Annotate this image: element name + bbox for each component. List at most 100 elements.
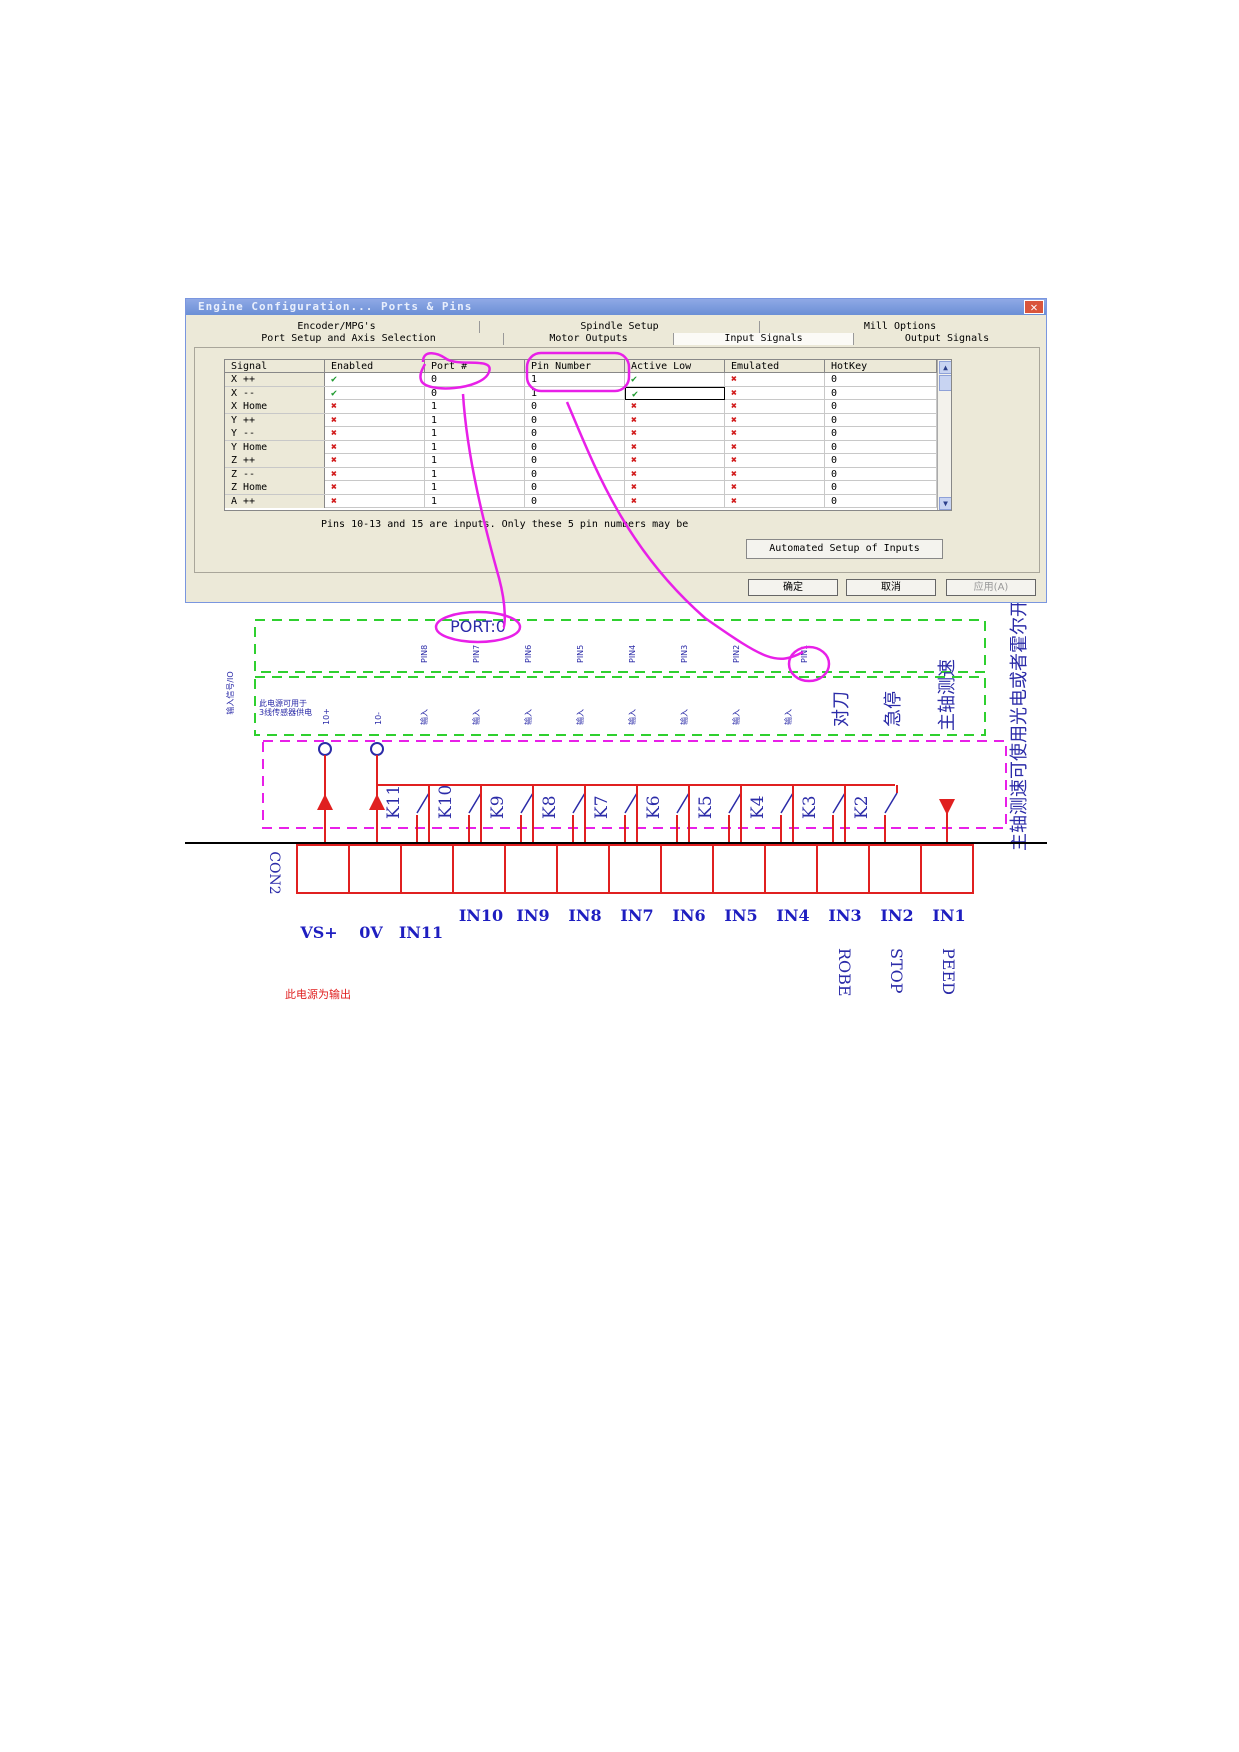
tab-output-signals[interactable]: Output Signals (854, 333, 1040, 345)
cell-pin[interactable]: 1 (525, 373, 625, 386)
ok-button[interactable]: 确定 (748, 579, 838, 596)
cross-icon[interactable]: ✖ (725, 427, 825, 440)
scroll-down-icon[interactable]: ▼ (939, 497, 951, 510)
table-row[interactable]: Z ++ ✖ 1 0 ✖ ✖ 0 (225, 454, 937, 468)
cell-pin[interactable]: 0 (525, 481, 625, 494)
check-icon[interactable]: ✔ (325, 373, 425, 386)
cell-hotkey[interactable]: 0 (825, 386, 937, 400)
cell-port[interactable]: 1 (425, 427, 525, 440)
tab-mill-options[interactable]: Mill Options (760, 321, 1040, 333)
table-row[interactable]: Z Home ✖ 1 0 ✖ ✖ 0 (225, 481, 937, 495)
cell-hotkey[interactable]: 0 (825, 467, 937, 481)
cell-hotkey[interactable]: 0 (825, 440, 937, 454)
cross-icon[interactable]: ✖ (625, 467, 725, 481)
cell-hotkey[interactable]: 0 (825, 454, 937, 467)
cell-hotkey[interactable]: 0 (825, 373, 937, 386)
cross-icon[interactable]: ✖ (725, 373, 825, 386)
check-icon[interactable]: ✔ (625, 373, 725, 386)
check-icon[interactable]: ✔ (325, 386, 425, 400)
cell-signal[interactable]: X -- (225, 386, 325, 400)
cross-icon[interactable]: ✖ (625, 440, 725, 454)
cross-icon[interactable]: ✖ (325, 427, 425, 440)
cell-pin[interactable]: 1 (525, 386, 625, 400)
cross-icon[interactable]: ✖ (725, 413, 825, 427)
tab-spindle-setup[interactable]: Spindle Setup (480, 321, 760, 333)
cross-icon[interactable]: ✖ (625, 494, 725, 508)
cell-port[interactable]: 1 (425, 400, 525, 413)
cross-icon[interactable]: ✖ (725, 494, 825, 508)
cross-icon[interactable]: ✖ (725, 400, 825, 413)
vertical-scrollbar[interactable]: ▲ ▼ (937, 360, 951, 510)
cell-port[interactable]: 1 (425, 413, 525, 427)
cell-pin[interactable]: 0 (525, 494, 625, 508)
apply-button[interactable]: 应用(A) (946, 579, 1036, 596)
check-icon[interactable]: ✔ (625, 386, 725, 400)
cell-signal[interactable]: X ++ (225, 373, 325, 386)
cross-icon[interactable]: ✖ (625, 400, 725, 413)
cell-port[interactable]: 1 (425, 454, 525, 467)
cell-port[interactable]: 1 (425, 494, 525, 508)
column-header-port-[interactable]: Port # (425, 360, 525, 373)
cell-signal[interactable]: A ++ (225, 494, 325, 508)
table-row[interactable]: Y Home ✖ 1 0 ✖ ✖ 0 (225, 440, 937, 454)
cell-pin[interactable]: 0 (525, 454, 625, 467)
automated-setup-button[interactable]: Automated Setup of Inputs (746, 539, 943, 559)
cell-pin[interactable]: 0 (525, 413, 625, 427)
column-header-pin-number[interactable]: Pin Number (525, 360, 625, 373)
scroll-thumb[interactable] (939, 375, 951, 391)
cross-icon[interactable]: ✖ (625, 481, 725, 494)
cross-icon[interactable]: ✖ (325, 413, 425, 427)
cross-icon[interactable]: ✖ (625, 454, 725, 467)
tab-encoder-mpg[interactable]: Encoder/MPG's (194, 321, 480, 333)
cell-signal[interactable]: Z ++ (225, 454, 325, 467)
cross-icon[interactable]: ✖ (325, 454, 425, 467)
column-header-signal[interactable]: Signal (225, 360, 325, 373)
column-header-enabled[interactable]: Enabled (325, 360, 425, 373)
cell-signal[interactable]: Z Home (225, 481, 325, 494)
cross-icon[interactable]: ✖ (625, 413, 725, 427)
cross-icon[interactable]: ✖ (725, 454, 825, 467)
cell-port[interactable]: 0 (425, 373, 525, 386)
cell-signal[interactable]: X Home (225, 400, 325, 413)
cell-signal[interactable]: Y Home (225, 440, 325, 454)
cell-pin[interactable]: 0 (525, 400, 625, 413)
cell-signal[interactable]: Y ++ (225, 413, 325, 427)
cell-port[interactable]: 1 (425, 467, 525, 481)
tab-input-signals[interactable]: Input Signals (674, 333, 854, 345)
cell-port[interactable]: 1 (425, 481, 525, 494)
scroll-up-icon[interactable]: ▲ (939, 361, 951, 374)
table-row[interactable]: X Home ✖ 1 0 ✖ ✖ 0 (225, 400, 937, 414)
cross-icon[interactable]: ✖ (325, 494, 425, 508)
cross-icon[interactable]: ✖ (725, 386, 825, 400)
cell-port[interactable]: 1 (425, 440, 525, 454)
column-header-emulated[interactable]: Emulated (725, 360, 825, 373)
cell-hotkey[interactable]: 0 (825, 427, 937, 440)
table-row[interactable]: X ++ ✔ 0 1 ✔ ✖ 0 (225, 373, 937, 387)
cross-icon[interactable]: ✖ (625, 427, 725, 440)
cell-pin[interactable]: 0 (525, 440, 625, 454)
table-row[interactable]: Z -- ✖ 1 0 ✖ ✖ 0 (225, 467, 937, 481)
cell-signal[interactable]: Y -- (225, 427, 325, 440)
cell-hotkey[interactable]: 0 (825, 481, 937, 494)
cell-pin[interactable]: 0 (525, 427, 625, 440)
cell-hotkey[interactable]: 0 (825, 413, 937, 427)
cross-icon[interactable]: ✖ (725, 467, 825, 481)
table-row[interactable]: Y -- ✖ 1 0 ✖ ✖ 0 (225, 427, 937, 441)
cell-port[interactable]: 0 (425, 386, 525, 400)
table-row[interactable]: X -- ✔ 0 1 ✔ ✖ 0 (225, 386, 937, 400)
tab-motor-outputs[interactable]: Motor Outputs (504, 333, 674, 345)
cross-icon[interactable]: ✖ (725, 440, 825, 454)
tab-port-setup[interactable]: Port Setup and Axis Selection (194, 333, 504, 345)
table-row[interactable]: Y ++ ✖ 1 0 ✖ ✖ 0 (225, 413, 937, 427)
cross-icon[interactable]: ✖ (325, 467, 425, 481)
column-header-active-low[interactable]: Active Low (625, 360, 725, 373)
close-icon[interactable]: ✕ (1024, 300, 1044, 314)
cross-icon[interactable]: ✖ (325, 481, 425, 494)
cell-hotkey[interactable]: 0 (825, 494, 937, 508)
table-row[interactable]: A ++ ✖ 1 0 ✖ ✖ 0 (225, 494, 937, 508)
cell-signal[interactable]: Z -- (225, 467, 325, 481)
cell-pin[interactable]: 0 (525, 467, 625, 481)
column-header-hotkey[interactable]: HotKey (825, 360, 937, 373)
cell-hotkey[interactable]: 0 (825, 400, 937, 413)
title-bar[interactable]: Engine Configuration... Ports & Pins ✕ (186, 299, 1046, 315)
